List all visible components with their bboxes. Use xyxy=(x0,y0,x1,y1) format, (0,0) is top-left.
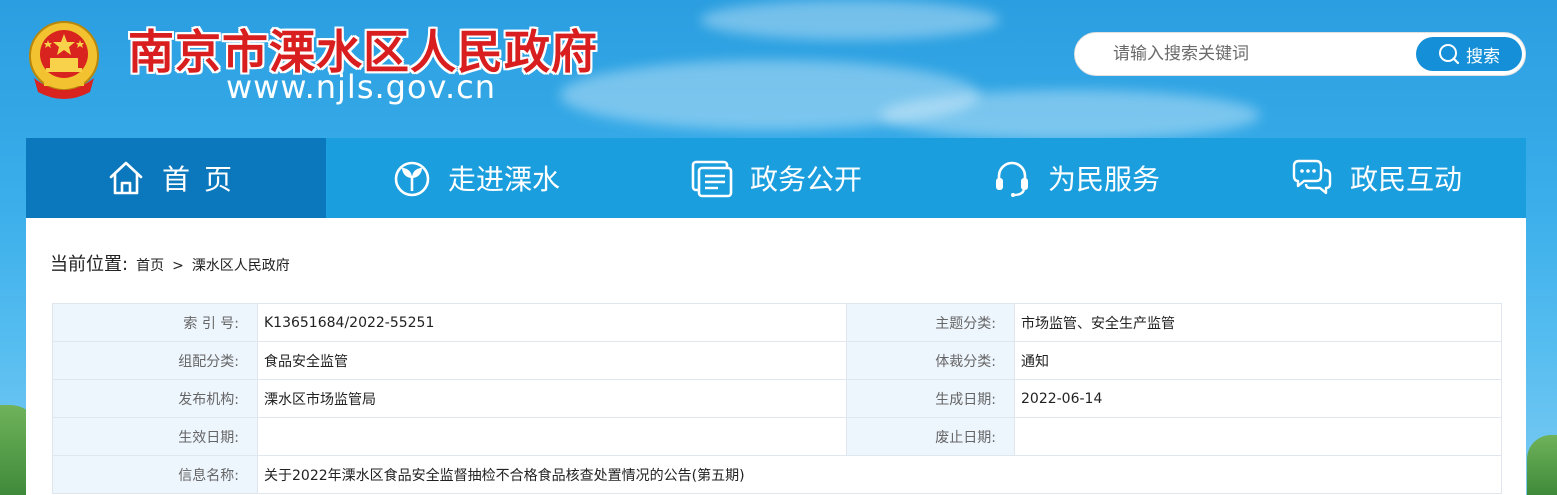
nav-item-label: 政民互动 xyxy=(1349,163,1462,196)
index-number-value: K13651684/2022-55251 xyxy=(257,303,847,342)
created-date-value: 2022-06-14 xyxy=(1014,379,1502,418)
expiry-date-label: 废止日期: xyxy=(846,417,1015,456)
breadcrumb-link-district-gov[interactable]: 溧水区人民政府 xyxy=(192,255,290,275)
effective-date-label: 生效日期: xyxy=(52,417,258,456)
genre-category-label: 体裁分类: xyxy=(846,341,1015,380)
site-url: www.njls.gov.cn xyxy=(226,68,497,106)
index-number-label: 索 引 号: xyxy=(52,303,258,342)
search-input[interactable] xyxy=(1097,33,1397,75)
publisher-value: 溧水区市场监管局 xyxy=(257,379,847,418)
main-nav: 首页 走进溧水 政务公开 为民服务 政民互动 xyxy=(26,138,1526,218)
info-title-label: 信息名称: xyxy=(52,455,258,494)
created-date-label: 生成日期: xyxy=(846,379,1015,418)
genre-category-value: 通知 xyxy=(1014,341,1502,380)
table-row: 索 引 号: K13651684/2022-55251 主题分类: 市场监管、安… xyxy=(52,303,1502,342)
nav-item-interaction[interactable]: 政民互动 xyxy=(1226,138,1526,218)
group-category-value: 食品安全监管 xyxy=(257,341,847,380)
nav-item-home[interactable]: 首页 xyxy=(26,138,326,218)
breadcrumb: 当前位置: 首页 > 溧水区人民政府 xyxy=(50,250,290,276)
main-content: 当前位置: 首页 > 溧水区人民政府 索 引 号: K13651684/2022… xyxy=(26,218,1526,495)
publisher-label: 发布机构: xyxy=(52,379,258,418)
site-header: 南京市溧水区人民政府 www.njls.gov.cn 搜索 xyxy=(0,0,1557,138)
table-row: 生效日期: 废止日期: xyxy=(52,417,1502,456)
nav-item-label: 政务公开 xyxy=(749,163,862,196)
nav-item-label: 首页 xyxy=(161,163,246,196)
search-button[interactable]: 搜索 xyxy=(1416,37,1522,71)
nav-item-public-service[interactable]: 为民服务 xyxy=(926,138,1226,218)
effective-date-value xyxy=(257,417,847,456)
national-emblem-icon[interactable] xyxy=(26,18,102,102)
headset-icon xyxy=(992,158,1032,198)
expiry-date-value xyxy=(1014,417,1502,456)
hill-decoration xyxy=(1527,435,1557,495)
table-row: 信息名称: 关于2022年溧水区食品安全监督抽检不合格食品核查处置情况的公告(第… xyxy=(52,455,1502,494)
search-box: 搜索 xyxy=(1074,32,1526,76)
table-row: 组配分类: 食品安全监管 体裁分类: 通知 xyxy=(52,341,1502,380)
info-table: 索 引 号: K13651684/2022-55251 主题分类: 市场监管、安… xyxy=(52,303,1502,494)
document-icon xyxy=(690,158,734,198)
sprout-icon xyxy=(392,158,432,198)
breadcrumb-label: 当前位置: xyxy=(50,254,129,275)
nav-item-about-lishui[interactable]: 走进溧水 xyxy=(326,138,626,218)
table-row: 发布机构: 溧水区市场监管局 生成日期: 2022-06-14 xyxy=(52,379,1502,418)
nav-item-label: 为民服务 xyxy=(1047,163,1160,196)
search-button-label: 搜索 xyxy=(1466,46,1500,67)
nav-item-gov-affairs[interactable]: 政务公开 xyxy=(626,138,926,218)
nav-item-label: 走进溧水 xyxy=(447,163,560,196)
breadcrumb-link-home[interactable]: 首页 xyxy=(136,255,164,275)
info-title-value: 关于2022年溧水区食品安全监督抽检不合格食品核查处置情况的公告(第五期) xyxy=(257,455,1502,494)
home-icon xyxy=(106,158,146,198)
breadcrumb-separator: > xyxy=(172,258,184,274)
topic-category-value: 市场监管、安全生产监管 xyxy=(1014,303,1502,342)
search-icon xyxy=(1438,43,1460,65)
group-category-label: 组配分类: xyxy=(52,341,258,380)
chat-icon xyxy=(1290,158,1334,198)
topic-category-label: 主题分类: xyxy=(846,303,1015,342)
